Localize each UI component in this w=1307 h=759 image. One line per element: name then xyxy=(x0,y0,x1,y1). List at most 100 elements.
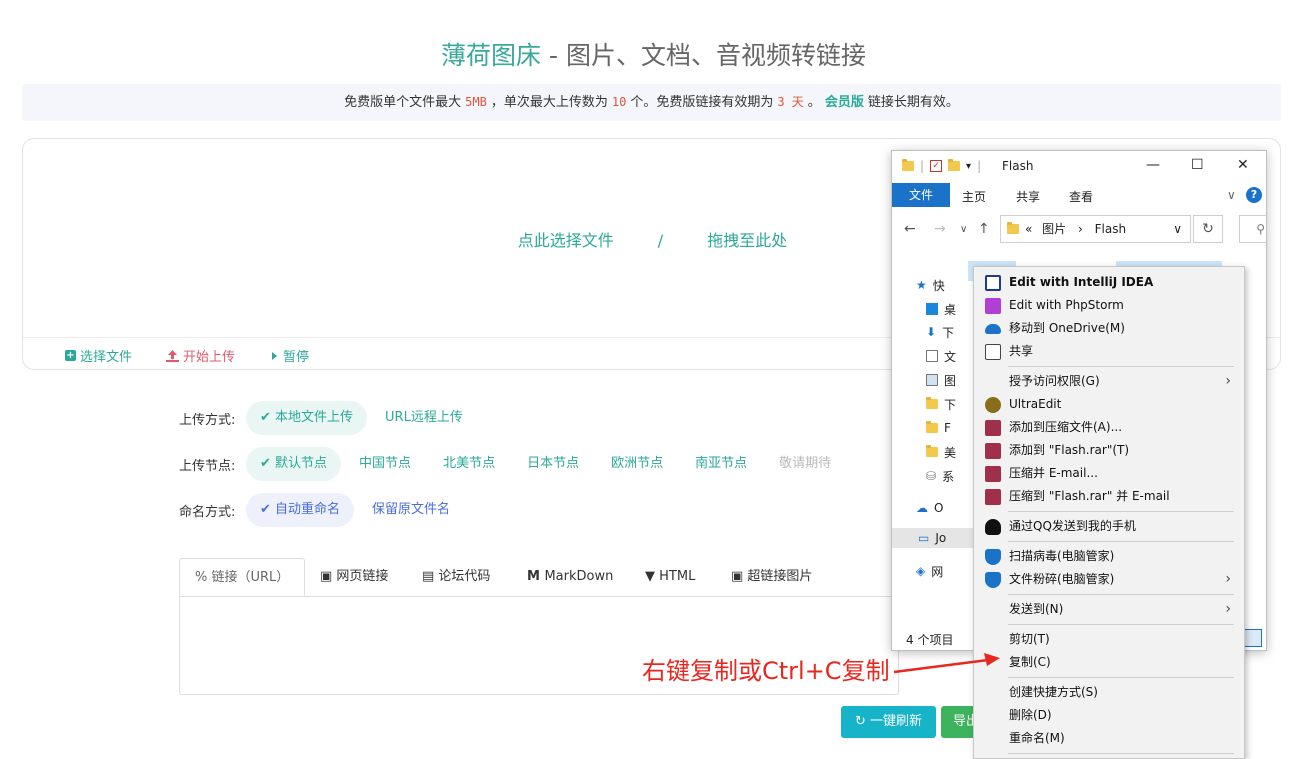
tab-url[interactable]: % 链接（URL） xyxy=(179,558,306,596)
nav-system[interactable]: ⛁ 系 xyxy=(926,466,954,486)
refresh-all-button[interactable]: ↻ 一键刷新 xyxy=(841,706,936,738)
option-keep-filename[interactable]: 保留原文件名 xyxy=(358,493,464,527)
nav-label: 快 xyxy=(932,278,945,293)
navigation-pane: ★ 快 桌 ⬇ 下 文 图 下 F 美 ⛁ 系 ☁ O ▭ Jo ◈ 网 xyxy=(892,269,976,629)
expiry-days-value: 3 天 xyxy=(777,95,804,109)
tab-markdown[interactable]: M MarkDown xyxy=(512,558,628,596)
menu-label: 授予访问权限(G) xyxy=(1009,374,1100,388)
minimize-icon[interactable]: — xyxy=(1146,157,1160,173)
phpstorm-icon xyxy=(985,298,1001,314)
menu-create-shortcut[interactable]: 创建快捷方式(S) xyxy=(975,681,1243,704)
qq-icon xyxy=(985,519,1001,535)
choose-file-link[interactable]: 点此选择文件 xyxy=(518,231,614,250)
refresh-icon[interactable]: ↻ xyxy=(1193,215,1223,243)
pause-button[interactable]: 暂停 xyxy=(269,346,309,365)
menu-give-access[interactable]: 授予访问权限(G) › xyxy=(975,370,1243,393)
ribbon-tab-view[interactable]: 查看 xyxy=(1069,188,1093,205)
nav-network[interactable]: ◈ 网 xyxy=(916,561,943,581)
upload-icon xyxy=(166,349,179,362)
nav-downloads[interactable]: ⬇ 下 xyxy=(926,322,954,342)
nav-quick-access[interactable]: ★ 快 xyxy=(916,275,945,295)
menu-shred-file[interactable]: 文件粉碎(电脑管家) › xyxy=(975,568,1243,591)
menu-send-to[interactable]: 发送到(N) › xyxy=(975,598,1243,621)
nav-desktop[interactable]: 桌 xyxy=(926,299,956,319)
help-icon[interactable]: ? xyxy=(1246,187,1262,203)
separator-slash: / xyxy=(657,231,664,250)
option-europe-node[interactable]: 欧洲节点 xyxy=(597,447,677,481)
picture-icon: ▣ xyxy=(731,569,748,584)
start-upload-button[interactable]: 开始上传 xyxy=(166,346,235,365)
tab-forum-code[interactable]: ▤ 论坛代码 xyxy=(407,558,505,596)
menu-ultraedit[interactable]: UltraEdit xyxy=(975,393,1243,416)
menu-cut[interactable]: 剪切(T) xyxy=(975,628,1243,651)
vip-link[interactable]: 会员版 xyxy=(821,95,868,110)
nav-folder-f[interactable]: F xyxy=(926,418,951,438)
menu-delete[interactable]: 删除(D) xyxy=(975,704,1243,727)
nav-folder-mei[interactable]: 美 xyxy=(926,442,956,462)
tencent-pc-manager-icon xyxy=(985,572,1001,588)
option-china-node[interactable]: 中国节点 xyxy=(345,447,425,481)
option-local-upload[interactable]: ✔ 本地文件上传 xyxy=(246,401,368,435)
option-label: 日本节点 xyxy=(527,456,580,471)
new-folder-icon[interactable] xyxy=(948,159,961,171)
ribbon-tab-file[interactable]: 文件 xyxy=(892,183,950,207)
download-arrow-icon: ⬇ xyxy=(926,325,937,339)
address-bar[interactable]: « 图片 › Flash ∨ xyxy=(1000,215,1191,243)
menu-compress-email[interactable]: 压缩并 E-mail... xyxy=(975,462,1243,485)
nav-label: 桌 xyxy=(944,302,957,317)
recent-chevron-icon[interactable]: ∨ xyxy=(960,224,967,235)
breadcrumb-flash[interactable]: Flash xyxy=(1095,222,1126,236)
menu-compress-flash-email[interactable]: 压缩到 "Flash.rar" 并 E-mail xyxy=(975,485,1243,508)
select-files-button[interactable]: + 选择文件 xyxy=(65,346,132,365)
network-icon: ◈ xyxy=(916,564,926,578)
ribbon-tab-home[interactable]: 主页 xyxy=(962,188,986,205)
menu-scan-virus[interactable]: 扫描病毒(电脑管家) xyxy=(975,545,1243,568)
menu-edit-phpstorm[interactable]: Edit with PhpStorm xyxy=(975,294,1243,317)
large-icons-view-icon[interactable] xyxy=(1244,629,1262,647)
quick-access-toolbar: | ✓ ▾ | xyxy=(902,159,981,173)
menu-copy[interactable]: 复制(C) xyxy=(975,651,1243,674)
forward-arrow-icon[interactable]: → xyxy=(934,221,946,237)
tab-label: HTML xyxy=(659,569,696,584)
breadcrumb-overflow[interactable]: « xyxy=(1025,222,1032,236)
nav-folder[interactable]: 下 xyxy=(926,394,956,414)
menu-label: 移动到 OneDrive(M) xyxy=(1009,321,1125,335)
menu-add-to-flash-rar[interactable]: 添加到 "Flash.rar"(T) xyxy=(975,439,1243,462)
max-size-value: 5MB xyxy=(465,95,487,109)
option-south-asia-node[interactable]: 南亚节点 xyxy=(681,447,761,481)
menu-rename[interactable]: 重命名(M) xyxy=(975,727,1243,750)
menu-add-to-archive[interactable]: 添加到压缩文件(A)... xyxy=(975,416,1243,439)
tab-hyperlink-image[interactable]: ▣ 超链接图片 xyxy=(716,558,827,596)
menu-label: UltraEdit xyxy=(1009,397,1062,411)
properties-icon[interactable]: ✓ xyxy=(930,160,943,172)
ribbon-tab-share[interactable]: 共享 xyxy=(1016,188,1040,205)
search-field[interactable]: ⚲ xyxy=(1239,215,1267,243)
option-label: 北美节点 xyxy=(443,456,496,471)
option-auto-rename[interactable]: ✔ 自动重命名 xyxy=(246,493,355,527)
tab-web-link[interactable]: ▣ 网页链接 xyxy=(305,558,403,596)
close-icon[interactable]: ✕ xyxy=(1237,157,1249,173)
menu-edit-intellij[interactable]: Edit with IntelliJ IDEA xyxy=(975,271,1243,294)
select-files-label: 选择文件 xyxy=(80,350,133,365)
option-default-node[interactable]: ✔ 默认节点 xyxy=(246,447,342,481)
nav-documents[interactable]: 文 xyxy=(926,346,956,366)
customize-toolbar-icon[interactable]: ▾ xyxy=(966,161,971,172)
up-arrow-icon[interactable]: ↑ xyxy=(978,221,990,237)
menu-send-qq[interactable]: 通过QQ发送到我的手机 xyxy=(975,515,1243,538)
expand-ribbon-icon[interactable]: ∨ xyxy=(1227,188,1236,202)
nav-pictures[interactable]: 图 xyxy=(926,370,956,390)
menu-share[interactable]: 共享 xyxy=(975,340,1243,363)
back-arrow-icon[interactable]: ← xyxy=(904,221,916,237)
menu-move-onedrive[interactable]: 移动到 OneDrive(M) xyxy=(975,317,1243,340)
nav-onedrive[interactable]: ☁ O xyxy=(916,498,943,518)
brand-name: 薄荷图床 xyxy=(441,41,542,70)
option-japan-node[interactable]: 日本节点 xyxy=(513,447,593,481)
address-dropdown-icon[interactable]: ∨ xyxy=(1173,216,1182,242)
nav-this-pc[interactable]: ▭ Jo xyxy=(892,528,976,548)
option-label: 敬请期待 xyxy=(779,456,832,471)
breadcrumb-pictures[interactable]: 图片 xyxy=(1042,222,1066,236)
tab-html[interactable]: ▼ HTML xyxy=(630,558,710,596)
option-url-upload[interactable]: URL远程上传 xyxy=(371,401,477,435)
maximize-icon[interactable]: ☐ xyxy=(1191,157,1204,173)
option-north-america-node[interactable]: 北美节点 xyxy=(429,447,509,481)
